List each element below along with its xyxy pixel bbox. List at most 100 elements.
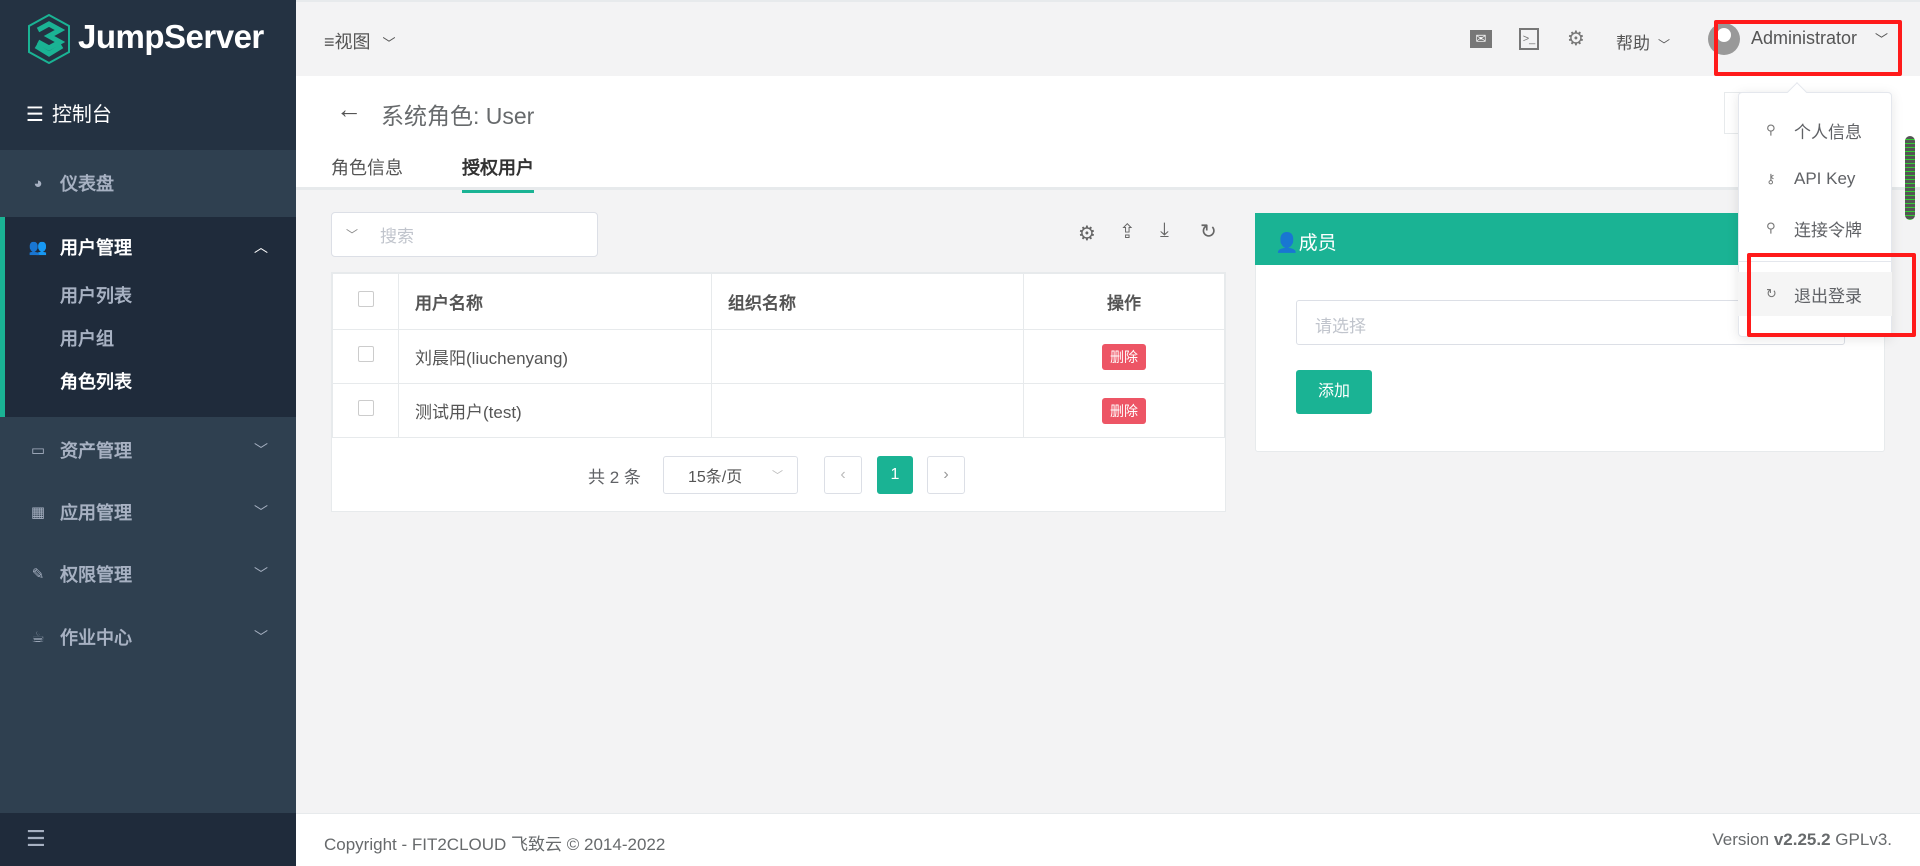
chevron-down-icon: ﹀ [254,442,268,458]
chevron-down-icon: ﹀ [254,566,268,582]
label: 个人信息 [1794,122,1862,142]
console-link[interactable]: ☰ 控制台 [26,98,112,127]
delete-button[interactable]: 删除 [1102,397,1146,424]
add-member-button[interactable]: 添加 [1296,370,1372,414]
view-menu[interactable]: ≡视图 ﹀ [324,28,396,54]
collapse-sidebar-icon[interactable]: ☰ [26,826,46,852]
label: 用户管理 [60,238,132,258]
label: API Key [1794,169,1856,188]
page-size-select[interactable]: 15条/页 ﹀ [663,456,798,494]
download-icon[interactable]: ⤓ [1160,219,1169,242]
back-arrow-icon[interactable]: ← [336,94,362,125]
action-cell: 删除 [1023,329,1225,384]
version-prefix: Version [1712,830,1770,849]
chevron-down-icon: ﹀ [1658,38,1671,52]
view-label: 视图 [334,32,371,52]
scrollbar-thumb[interactable] [1905,136,1915,220]
members-title: 成员 [1298,233,1337,254]
terminal-icon[interactable]: >_ [1519,28,1539,50]
sidebar-item-asset-management[interactable]: ▭ 资产管理 ﹀ [0,420,296,480]
username-cell: 测试用户(test) [398,383,712,438]
version-text: Version v2.25.2 GPLv3. [1712,830,1892,850]
row-checkbox[interactable] [357,400,374,416]
next-page-button[interactable]: › [927,456,965,494]
upload-icon[interactable]: ⇪ [1119,219,1136,244]
pagination-total: 共 2 条 [588,468,641,487]
grid-icon: ▦ [30,504,46,521]
menu-item-profile[interactable]: ⚲ 个人信息 [1738,108,1892,152]
table-row: 测试用户(test) 删除 [332,383,1225,438]
column-action: 操作 [1023,273,1225,330]
search-input[interactable]: ﹀ 搜索 [331,212,598,257]
page-header: ← 系统角色: User 角色信息 授权用户 [296,76,1920,193]
user-icon: 👤 [1275,233,1299,254]
users-icon: 👥 [28,239,48,256]
logo-text: JumpServer [78,18,264,55]
tab-role-info[interactable]: 角色信息 [331,154,403,180]
page-title: 系统角色: User [381,103,535,129]
sidebar-item-permission-management[interactable]: ✎ 权限管理 ﹀ [0,544,296,604]
table-header-row: 用户名称 组织名称 操作 [332,273,1225,330]
tab-authorized-users[interactable]: 授权用户 [462,154,534,193]
mail-icon[interactable]: ✉ [1470,30,1492,48]
users-table: 用户名称 组织名称 操作 刘晨阳(liuchenyang) 删除 测试用户(te… [332,273,1225,438]
checkbox-cell [332,329,399,384]
copyright-text: Copyright - FIT2CLOUD 飞致云 © 2014-2022 [324,835,666,854]
label: 仪表盘 [60,174,114,194]
jumpserver-logo-icon [28,14,70,64]
label: 资产管理 [60,441,132,461]
inbox-icon: ▭ [30,442,46,459]
label: 作业中心 [60,628,132,648]
menu-item-api-key[interactable]: ⚷ API Key [1738,157,1892,201]
coffee-icon: ☕ [31,629,45,646]
page-1-button[interactable]: 1 [877,456,913,494]
label: 权限管理 [60,565,132,585]
sidebar-item-user-list[interactable]: 用户列表 [60,282,132,308]
sidebar-item-user-group[interactable]: 用户组 [60,325,114,351]
highlight-box-logout [1747,253,1916,337]
header-checkbox-cell [332,273,399,330]
menu-item-connection-token[interactable]: ⚲ 连接令牌 [1738,206,1892,250]
settings-icon[interactable]: ⚙ [1078,221,1096,246]
sidebar-item-user-management[interactable]: 👥 用户管理 ︿ [0,217,296,277]
row-checkbox[interactable] [357,346,374,362]
page-size-value: 15条/页 [688,469,743,486]
users-table-card: 用户名称 组织名称 操作 刘晨阳(liuchenyang) 删除 测试用户(te… [331,272,1226,512]
user-icon: ⚲ [1766,122,1776,137]
key-icon: ⚷ [1766,171,1776,186]
delete-button[interactable]: 删除 [1102,343,1146,370]
chevron-down-icon: ﹀ [254,629,268,645]
column-org: 组织名称 [711,273,1024,330]
version-number: v2.25.2 [1773,830,1831,849]
column-username: 用户名称 [398,273,712,330]
label: 连接令牌 [1794,220,1862,240]
sliders-icon: ☰ [26,104,44,126]
action-cell: 删除 [1023,383,1225,438]
label: 应用管理 [60,503,132,523]
select-all-checkbox[interactable] [357,291,374,307]
highlight-box-user [1714,20,1902,76]
chevron-down-icon: ﹀ [346,228,359,242]
chevron-down-icon: ﹀ [254,504,268,520]
gear-icon[interactable]: ⚙ [1567,26,1585,51]
edit-icon: ✎ [31,566,45,583]
sidebar-item-job-center[interactable]: ☕ 作业中心 ﹀ [0,607,296,667]
table-row: 刘晨阳(liuchenyang) 删除 [332,329,1225,384]
help-menu[interactable]: 帮助 ﹀ [1616,29,1670,54]
sidebar-item-dashboard[interactable]: ◕ 仪表盘 [0,153,296,213]
sidebar-group-user-management: 👥 用户管理 ︿ 用户列表 用户组 角色列表 [0,217,296,417]
prev-page-button[interactable]: ‹ [824,456,862,494]
token-icon: ⚲ [1766,220,1776,235]
license: GPLv3. [1835,830,1892,849]
refresh-icon[interactable]: ↻ [1200,219,1217,244]
logo-area: JumpServer ☰ 控制台 [0,0,296,150]
checkbox-cell [332,383,399,438]
chevron-down-icon: ﹀ [382,36,396,51]
username-cell: 刘晨阳(liuchenyang) [398,329,712,384]
sidebar: JumpServer ☰ 控制台 ◕ 仪表盘 👥 用户管理 ︿ 用户列表 用户组 角色列… [0,0,296,866]
console-label: 控制台 [51,104,112,126]
chevron-down-icon: ﹀ [772,470,783,482]
sidebar-collapse-bar: ☰ [0,813,296,866]
sidebar-item-role-list[interactable]: 角色列表 [60,368,132,394]
sidebar-item-app-management[interactable]: ▦ 应用管理 ﹀ [0,482,296,542]
